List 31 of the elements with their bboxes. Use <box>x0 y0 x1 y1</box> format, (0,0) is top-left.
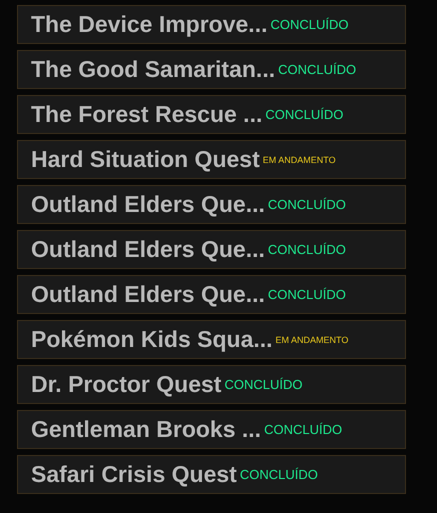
quest-row[interactable]: Outland Elders Que...CONCLUÍDO <box>17 230 406 269</box>
quest-status: EM ANDAMENTO <box>262 154 336 164</box>
quest-row[interactable]: The Device Improve...CONCLUÍDO <box>17 5 406 44</box>
quest-row[interactable]: Gentleman Brooks ...CONCLUÍDO <box>17 410 406 449</box>
quest-title: Gentleman Brooks ... <box>31 416 262 443</box>
quest-status: EM ANDAMENTO <box>276 334 348 344</box>
quest-title: The Device Improve... <box>31 11 268 38</box>
quest-title: Hard Situation Quest <box>31 146 260 173</box>
quest-title: The Good Samaritan... <box>31 56 276 83</box>
quest-title: The Forest Rescue ... <box>31 101 262 128</box>
quest-row[interactable]: Dr. Proctor Quest CONCLUÍDO <box>17 365 406 404</box>
quest-title: Dr. Proctor Quest <box>31 371 222 398</box>
quest-row[interactable]: The Forest Rescue ...CONCLUÍDO <box>17 95 406 134</box>
quest-row[interactable]: Outland Elders Que...CONCLUÍDO <box>17 275 406 314</box>
quest-row[interactable]: Safari Crisis Quest CONCLUÍDO <box>17 455 406 494</box>
quest-status: CONCLUÍDO <box>240 467 318 482</box>
quest-title: Outland Elders Que... <box>31 281 265 308</box>
quest-title: Pokémon Kids Squa... <box>31 326 273 353</box>
quest-status: CONCLUÍDO <box>264 422 342 437</box>
quest-status: CONCLUÍDO <box>268 242 346 257</box>
quest-status: CONCLUÍDO <box>265 107 344 122</box>
quest-status: CONCLUÍDO <box>268 197 346 212</box>
quest-title: Safari Crisis Quest <box>31 461 237 488</box>
quest-status: CONCLUÍDO <box>278 62 356 77</box>
quest-title: Outland Elders Que... <box>31 191 265 218</box>
quest-status: CONCLUÍDO <box>270 17 348 32</box>
quest-title: Outland Elders Que... <box>31 236 265 263</box>
quest-row[interactable]: Outland Elders Que...CONCLUÍDO <box>17 185 406 224</box>
quest-row[interactable]: The Good Samaritan...CONCLUÍDO <box>17 50 406 89</box>
quest-status: CONCLUÍDO <box>268 287 346 302</box>
quest-status: CONCLUÍDO <box>224 377 302 392</box>
